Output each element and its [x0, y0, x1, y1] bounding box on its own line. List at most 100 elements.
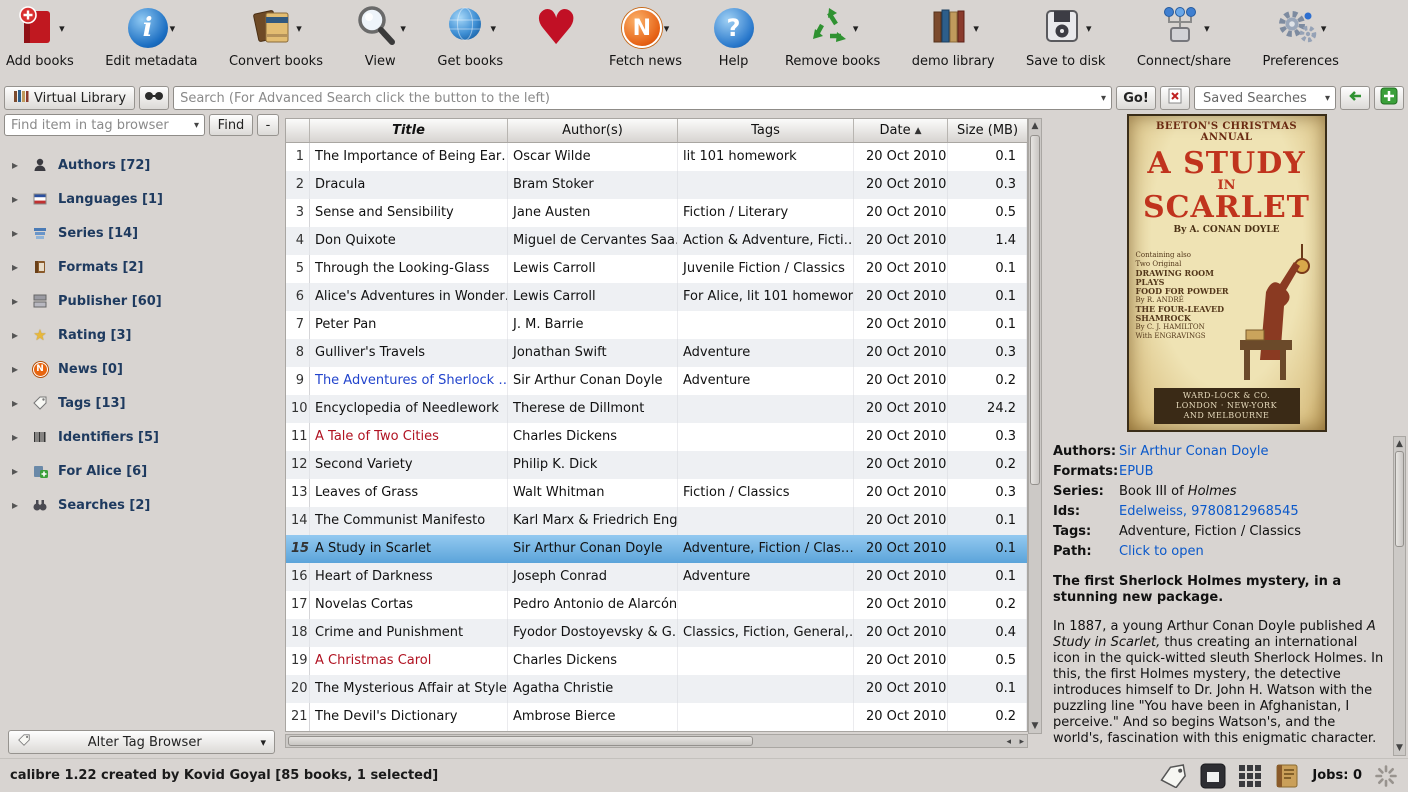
- ids-value-link[interactable]: Edelweiss, 9780812968545: [1119, 504, 1388, 520]
- tag-browser-find-input[interactable]: [5, 118, 189, 133]
- book-cell-date[interactable]: 20 Oct 2010: [854, 171, 948, 199]
- book-cell-date[interactable]: 20 Oct 2010: [854, 675, 948, 703]
- horizontal-scrollbar-thumb[interactable]: [288, 736, 753, 746]
- tag-browser-toggle-button[interactable]: [1158, 764, 1188, 788]
- dropdown-arrow-icon[interactable]: ▾: [853, 22, 859, 35]
- get-books-button[interactable]: ▾ Get books: [437, 3, 503, 69]
- donate-button[interactable]: ♥: [535, 3, 578, 54]
- book-cell-size[interactable]: 0.3: [948, 479, 1027, 507]
- search-go-button[interactable]: Go!: [1116, 86, 1156, 110]
- book-cell-title[interactable]: A Tale of Two Cities: [310, 423, 508, 451]
- book-cell-authors[interactable]: Fyodor Dostoyevsky & G…: [508, 619, 678, 647]
- book-cell-date[interactable]: 20 Oct 2010: [854, 423, 948, 451]
- save-to-disk-button[interactable]: ▾ Save to disk: [1026, 3, 1105, 69]
- book-row[interactable]: 18Crime and PunishmentFyodor Dostoyevsky…: [286, 619, 1027, 647]
- book-cell-num[interactable]: 14: [286, 507, 310, 535]
- book-cell-size[interactable]: 0.1: [948, 507, 1027, 535]
- book-cell-tags[interactable]: Classics, Fiction, General,…: [678, 619, 854, 647]
- book-cell-tags[interactable]: [678, 395, 854, 423]
- book-cell-authors[interactable]: Karl Marx & Friedrich Eng…: [508, 507, 678, 535]
- sidebar-item-searches[interactable]: ▸ Searches [2]: [0, 488, 283, 522]
- expand-arrow-icon[interactable]: ▸: [12, 260, 22, 274]
- book-cell-title[interactable]: The Devil's Dictionary: [310, 703, 508, 731]
- book-cell-num[interactable]: 3: [286, 199, 310, 227]
- virtual-library-button[interactable]: Virtual Library: [4, 86, 135, 110]
- book-cell-date[interactable]: 20 Oct 2010: [854, 619, 948, 647]
- path-value-link[interactable]: Click to open: [1119, 544, 1388, 560]
- connect-share-button[interactable]: ▾ Connect/share: [1137, 3, 1231, 69]
- book-cell-size[interactable]: 0.1: [948, 143, 1027, 171]
- book-cell-title[interactable]: The Communist Manifesto: [310, 507, 508, 535]
- book-cell-tags[interactable]: [678, 591, 854, 619]
- book-cell-authors[interactable]: Lewis Carroll: [508, 283, 678, 311]
- book-cell-title[interactable]: Second Variety: [310, 451, 508, 479]
- scroll-down-icon[interactable]: ▼: [1032, 719, 1039, 733]
- saved-searches-arrow-icon[interactable]: ▾: [1320, 93, 1335, 104]
- expand-arrow-icon[interactable]: ▸: [12, 158, 22, 172]
- book-row[interactable]: 15A Study in ScarletSir Arthur Conan Doy…: [286, 535, 1027, 563]
- book-cell-tags[interactable]: Fiction / Classics: [678, 479, 854, 507]
- book-row[interactable]: 14The Communist ManifestoKarl Marx & Fri…: [286, 507, 1027, 535]
- book-cell-num[interactable]: 10: [286, 395, 310, 423]
- expand-arrow-icon[interactable]: ▸: [12, 226, 22, 240]
- column-header-number[interactable]: [286, 119, 310, 142]
- book-cell-date[interactable]: 20 Oct 2010: [854, 451, 948, 479]
- column-header-tags[interactable]: Tags: [678, 119, 854, 142]
- expand-arrow-icon[interactable]: ▸: [12, 328, 22, 342]
- book-cover[interactable]: BEETON'S CHRISTMAS ANNUAL A STUDY IN SCA…: [1127, 114, 1327, 432]
- scroll-down-icon[interactable]: ▼: [1394, 741, 1405, 755]
- book-cell-num[interactable]: 6: [286, 283, 310, 311]
- book-cell-authors[interactable]: Lewis Carroll: [508, 255, 678, 283]
- book-cell-title[interactable]: Sense and Sensibility: [310, 199, 508, 227]
- book-cell-date[interactable]: 20 Oct 2010: [854, 255, 948, 283]
- book-cell-title[interactable]: Novelas Cortas: [310, 591, 508, 619]
- dropdown-arrow-icon[interactable]: ▾: [170, 22, 176, 35]
- alter-dropdown-arrow-icon[interactable]: ▾: [260, 736, 266, 749]
- book-cell-authors[interactable]: Ambrose Bierce: [508, 703, 678, 731]
- details-scrollbar-thumb[interactable]: [1395, 451, 1404, 547]
- book-cell-tags[interactable]: Adventure: [678, 367, 854, 395]
- sidebar-item-news[interactable]: ▸ N News [0]: [0, 352, 283, 386]
- alter-tag-browser-button[interactable]: Alter Tag Browser ▾: [8, 730, 275, 754]
- remove-books-button[interactable]: ▾ Remove books: [785, 3, 880, 69]
- book-cell-tags[interactable]: Adventure, Fiction / Clas…: [678, 535, 854, 563]
- book-cell-title[interactable]: Heart of Darkness: [310, 563, 508, 591]
- book-cell-num[interactable]: 13: [286, 479, 310, 507]
- sidebar-item-tags[interactable]: ▸ Tags [13]: [0, 386, 283, 420]
- column-header-date[interactable]: Date▲: [854, 119, 948, 142]
- dropdown-arrow-icon[interactable]: ▾: [1321, 22, 1327, 35]
- book-cell-num[interactable]: 2: [286, 171, 310, 199]
- book-row[interactable]: 4Don QuixoteMiguel de Cervantes Saa…Acti…: [286, 227, 1027, 255]
- book-row[interactable]: 8Gulliver's TravelsJonathan SwiftAdventu…: [286, 339, 1027, 367]
- book-cell-size[interactable]: 0.3: [948, 423, 1027, 451]
- book-cell-title[interactable]: The Mysterious Affair at Styles: [310, 675, 508, 703]
- book-cell-num[interactable]: 21: [286, 703, 310, 731]
- sidebar-item-for-alice[interactable]: ▸ For Alice [6]: [0, 454, 283, 488]
- book-cell-size[interactable]: 0.3: [948, 171, 1027, 199]
- book-row[interactable]: 21The Devil's DictionaryAmbrose Bierce20…: [286, 703, 1027, 731]
- book-cell-num[interactable]: 16: [286, 563, 310, 591]
- book-cell-date[interactable]: 20 Oct 2010: [854, 283, 948, 311]
- dropdown-arrow-icon[interactable]: ▾: [400, 22, 406, 35]
- clear-search-button[interactable]: [1160, 86, 1190, 110]
- book-row[interactable]: 16Heart of DarknessJoseph ConradAdventur…: [286, 563, 1027, 591]
- book-cell-date[interactable]: 20 Oct 2010: [854, 647, 948, 675]
- book-details-scrollbar[interactable]: ▲ ▼: [1393, 436, 1406, 756]
- column-header-authors[interactable]: Author(s): [508, 119, 678, 142]
- book-cell-size[interactable]: 0.5: [948, 647, 1027, 675]
- book-cell-authors[interactable]: Bram Stoker: [508, 171, 678, 199]
- book-cell-num[interactable]: 9: [286, 367, 310, 395]
- saved-searches-combo[interactable]: Saved Searches ▾: [1194, 86, 1336, 110]
- book-cell-size[interactable]: 0.1: [948, 311, 1027, 339]
- book-cell-title[interactable]: Encyclopedia of Needlework: [310, 395, 508, 423]
- expand-arrow-icon[interactable]: ▸: [12, 192, 22, 206]
- book-cell-size[interactable]: 0.2: [948, 591, 1027, 619]
- book-row[interactable]: 5Through the Looking-GlassLewis CarrollJ…: [286, 255, 1027, 283]
- help-button[interactable]: ? Help: [714, 3, 754, 69]
- add-books-button[interactable]: ▾ Add books: [6, 3, 74, 69]
- book-list-horizontal-scrollbar[interactable]: ◂ ▸: [285, 734, 1028, 748]
- column-header-size[interactable]: Size (MB): [948, 119, 1027, 142]
- book-cell-size[interactable]: 0.3: [948, 339, 1027, 367]
- book-cell-tags[interactable]: Adventure: [678, 339, 854, 367]
- book-cell-tags[interactable]: [678, 703, 854, 731]
